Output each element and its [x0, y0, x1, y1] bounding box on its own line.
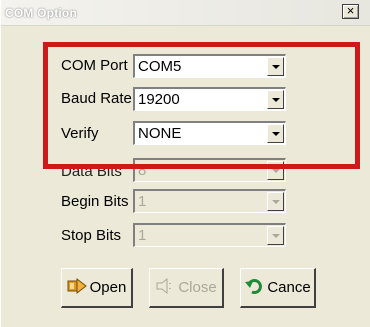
open-button[interactable]: Open: [61, 268, 133, 308]
stop-bits-select[interactable]: 1: [133, 223, 286, 247]
close-button-label: Close: [178, 279, 217, 296]
baud-rate-value: 19200: [138, 91, 180, 108]
data-bits-label: Data Bits: [61, 163, 122, 180]
data-bits-select[interactable]: 8: [133, 158, 286, 182]
stop-bits-value: 1: [138, 227, 147, 244]
window-close-button[interactable]: ×: [342, 4, 359, 19]
cancel-button[interactable]: Cance: [240, 268, 316, 308]
com-port-select[interactable]: COM5: [133, 54, 286, 78]
cancel-arrow-icon: [244, 277, 264, 299]
open-port-icon: [67, 277, 87, 299]
title-bar[interactable]: COM Option ×: [1, 0, 370, 26]
window-title: COM Option: [5, 6, 77, 20]
begin-bits-value: 1: [138, 193, 147, 210]
verify-value: NONE: [138, 125, 182, 142]
cancel-button-label: Cance: [267, 279, 311, 296]
baud-rate-select[interactable]: 19200: [133, 87, 286, 111]
begin-bits-select[interactable]: 1: [133, 189, 286, 213]
verify-select[interactable]: NONE: [133, 121, 286, 145]
chevron-down-icon[interactable]: [267, 226, 284, 245]
close-icon: ×: [346, 3, 355, 18]
com-option-dialog: COM Option × COM Port COM5 Baud Rate 192…: [0, 0, 370, 327]
begin-bits-label: Begin Bits: [61, 193, 129, 210]
chevron-down-icon[interactable]: [267, 192, 284, 211]
baud-rate-label: Baud Rate: [61, 90, 132, 107]
data-bits-value: 8: [138, 162, 147, 179]
open-button-label: Open: [89, 279, 127, 296]
stop-bits-label: Stop Bits: [61, 227, 122, 244]
verify-label: Verify: [61, 125, 99, 142]
close-port-icon: [155, 277, 175, 299]
close-button[interactable]: Close: [149, 268, 224, 308]
chevron-down-icon[interactable]: [267, 124, 284, 143]
chevron-down-icon[interactable]: [267, 90, 284, 109]
com-port-value: COM5: [138, 58, 182, 75]
chevron-down-icon[interactable]: [267, 161, 284, 180]
chevron-down-icon[interactable]: [267, 57, 284, 76]
com-port-label: COM Port: [61, 57, 128, 74]
